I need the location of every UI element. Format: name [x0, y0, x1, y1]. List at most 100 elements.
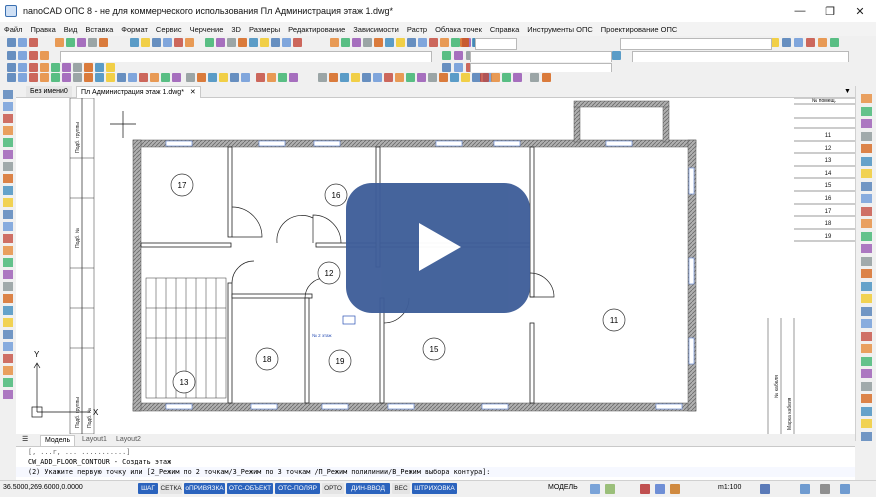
room-13[interactable]: 13 — [172, 370, 196, 394]
modify-tool-icon[interactable] — [861, 244, 872, 253]
toolbar-tool-icon[interactable] — [128, 73, 137, 82]
toolbar-tool-icon[interactable] — [330, 38, 339, 47]
toolbar-tool-icon[interactable] — [227, 38, 236, 47]
draw-tool-icon[interactable] — [3, 342, 13, 351]
toggle-grid[interactable]: СЕТКА — [160, 483, 182, 494]
toolbar-tool-icon[interactable] — [7, 38, 16, 47]
maximize-button[interactable]: ❐ — [815, 0, 845, 22]
status-icon[interactable] — [605, 484, 615, 494]
toolbar-tool-icon[interactable] — [7, 73, 16, 82]
draw-tool-icon[interactable] — [3, 126, 13, 135]
draw-tool-icon[interactable] — [3, 270, 13, 279]
toolbar-tool-icon[interactable] — [106, 63, 115, 72]
draw-tool-icon[interactable] — [3, 354, 13, 363]
toolbar-tool-icon[interactable] — [329, 73, 338, 82]
command-line[interactable]: [, ...r, ... ...........] CW_ADD_FLOOR_C… — [16, 446, 855, 480]
toolbar-tool-icon[interactable] — [454, 63, 463, 72]
menu-drawing[interactable]: Черчение — [186, 25, 228, 34]
tab-active-drawing[interactable]: Пл Администрация этаж 1.dwg* ✕ — [76, 86, 201, 98]
toolbar-tool-icon[interactable] — [289, 73, 298, 82]
toolbar-tool-icon[interactable] — [530, 73, 539, 82]
toggle-ortho[interactable]: ОРТО — [322, 483, 344, 494]
toolbar-tool-icon[interactable] — [293, 38, 302, 47]
toolbar-tool-icon[interactable] — [806, 38, 815, 47]
status-icon[interactable] — [655, 484, 665, 494]
modify-tool-icon[interactable] — [861, 306, 872, 316]
toolbar-tool-icon[interactable] — [29, 38, 38, 47]
toolbar-tool-icon[interactable] — [384, 73, 393, 82]
toggle-polar[interactable]: ОТС-ПОЛЯР — [275, 483, 320, 494]
minimize-button[interactable]: — — [785, 0, 815, 22]
toolbar-tool-icon[interactable] — [174, 38, 183, 47]
draw-tool-icon[interactable] — [3, 174, 13, 183]
status-icon[interactable] — [820, 484, 830, 494]
toolbar-tool-icon[interactable] — [18, 73, 27, 82]
toolbar-tool-icon[interactable] — [542, 73, 551, 82]
toolbar-tool-icon[interactable] — [267, 73, 276, 82]
toolbar-tool-icon[interactable] — [461, 73, 470, 82]
modify-tool-icon[interactable] — [861, 106, 872, 116]
toggle-otrack[interactable]: ОТС-ОБЪЕКТ — [227, 483, 273, 494]
toolbar-tool-icon[interactable] — [62, 63, 71, 72]
draw-tool-icon[interactable] — [3, 186, 13, 195]
room-19[interactable]: 19 — [328, 349, 352, 373]
toolbar-tool-icon[interactable] — [73, 63, 82, 72]
toolbar-tool-icon[interactable] — [454, 51, 463, 60]
draw-tool-icon[interactable] — [3, 198, 13, 207]
toolbar-tool-icon[interactable] — [84, 73, 93, 82]
menu-modify[interactable]: Редактирование — [284, 25, 349, 34]
toolbar-tool-icon[interactable] — [7, 63, 16, 72]
toolbar-tool-icon[interactable] — [429, 38, 438, 47]
toolbar-tool-icon[interactable] — [260, 38, 269, 47]
toolbar-tool-icon[interactable] — [88, 38, 97, 47]
toolbar-tool-icon[interactable] — [66, 38, 75, 47]
toolbar-tool-icon[interactable] — [407, 38, 416, 47]
menu-help[interactable]: Справка — [486, 25, 523, 34]
toolbar-tool-icon[interactable] — [439, 73, 448, 82]
toolbar-tool-icon[interactable] — [186, 73, 195, 82]
modify-tool-icon[interactable] — [861, 381, 872, 391]
modify-tool-icon[interactable] — [861, 319, 872, 328]
toggle-osnap[interactable]: оПРИВЯЗКА — [184, 483, 225, 494]
draw-tool-icon[interactable] — [3, 306, 13, 315]
toolbar-tool-icon[interactable] — [172, 73, 181, 82]
toolbar-tool-icon[interactable] — [230, 73, 239, 82]
toolbar-tool-icon[interactable] — [106, 73, 115, 82]
toggle-dyn-input[interactable]: ДИН-ВВОД — [346, 483, 390, 494]
toolbar-tool-icon[interactable] — [612, 51, 621, 60]
close-button[interactable]: ✕ — [845, 0, 875, 22]
draw-tool-icon[interactable] — [3, 222, 13, 231]
tab-layout2[interactable]: Layout2 — [112, 435, 145, 445]
toolbar-tool-icon[interactable] — [241, 73, 250, 82]
toolbar-tool-icon[interactable] — [40, 51, 49, 60]
toolbar-tool-icon[interactable] — [256, 73, 265, 82]
toolbar-tool-icon[interactable] — [208, 73, 217, 82]
draw-tool-icon[interactable] — [3, 150, 13, 159]
modify-tool-icon[interactable] — [861, 144, 872, 153]
modify-tool-icon[interactable] — [861, 94, 872, 103]
toolbar-tool-icon[interactable] — [460, 38, 469, 47]
menu-raster[interactable]: Растр — [403, 25, 431, 34]
toolbar-dropdown[interactable] — [475, 38, 517, 50]
menu-service[interactable]: Сервис — [152, 25, 186, 34]
toolbar-tool-icon[interactable] — [491, 73, 500, 82]
toolbar-tool-icon[interactable] — [29, 63, 38, 72]
toolbar-tool-icon[interactable] — [351, 73, 360, 82]
room-12[interactable]: 12 — [317, 261, 341, 285]
toolbar-tool-icon[interactable] — [428, 73, 437, 82]
toolbar-tool-icon[interactable] — [18, 51, 27, 60]
status-icon[interactable] — [590, 484, 600, 494]
toolbar-tool-icon[interactable] — [341, 38, 350, 47]
toolbar-dropdown[interactable] — [620, 38, 772, 50]
toggle-hatch[interactable]: ШТРИХОВКА — [412, 483, 457, 494]
modify-tool-icon[interactable] — [861, 419, 872, 428]
menu-edit[interactable]: Правка — [26, 25, 59, 34]
menu-view[interactable]: Вид — [60, 25, 82, 34]
layout-menu-icon[interactable]: ☰ — [18, 435, 38, 445]
toolbar-tool-icon[interactable] — [830, 38, 839, 47]
toolbar-tool-icon[interactable] — [95, 63, 104, 72]
draw-tool-icon[interactable] — [3, 390, 13, 399]
modify-tool-icon[interactable] — [861, 181, 872, 191]
draw-tool-icon[interactable] — [3, 258, 13, 267]
toolbar-tool-icon[interactable] — [440, 38, 449, 47]
